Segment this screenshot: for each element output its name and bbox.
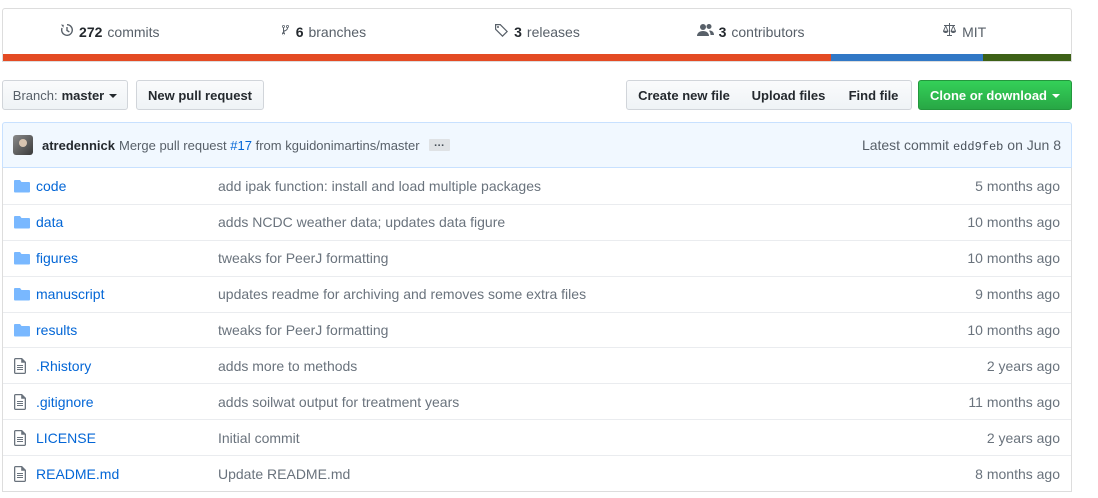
commit-author[interactable]: atredennick bbox=[42, 138, 115, 153]
file-icon bbox=[3, 465, 36, 482]
branches-label: branches bbox=[308, 23, 367, 40]
folder-icon bbox=[3, 251, 36, 265]
commits-count: 272 bbox=[79, 23, 103, 40]
file-row: manuscript updates readme for archiving a… bbox=[3, 275, 1071, 312]
create-new-file-button[interactable]: Create new file bbox=[626, 80, 742, 110]
expand-commit-button[interactable]: … bbox=[428, 138, 450, 151]
file-row: results tweaks for PeerJ formatting 10 mon… bbox=[3, 311, 1071, 348]
language-segment-2[interactable] bbox=[830, 54, 984, 61]
file-age: 8 months ago bbox=[975, 465, 1060, 482]
license-label: MIT bbox=[962, 23, 987, 40]
file-commit-message[interactable]: Update README.md bbox=[218, 466, 911, 482]
latest-commit-label: Latest commit bbox=[861, 136, 950, 153]
file-name-link[interactable]: code bbox=[36, 178, 218, 194]
file-age: 2 years ago bbox=[986, 357, 1060, 374]
file-commit-message[interactable]: adds more to methods bbox=[218, 358, 911, 374]
branch-icon bbox=[281, 23, 291, 40]
branch-name: master bbox=[61, 87, 105, 103]
contributors-link[interactable]: 3 contributors bbox=[644, 23, 858, 40]
file-age: 2 years ago bbox=[986, 429, 1060, 446]
tag-icon bbox=[494, 23, 509, 40]
file-icon bbox=[3, 429, 36, 446]
file-commit-message[interactable]: adds NCDC weather data; updates data fig… bbox=[218, 214, 911, 230]
file-commit-message[interactable]: tweaks for PeerJ formatting bbox=[218, 322, 911, 338]
file-icon bbox=[3, 393, 36, 410]
file-name-link[interactable]: README.md bbox=[36, 466, 218, 482]
file-list: code add ipak function: install and load … bbox=[2, 167, 1072, 493]
file-row: LICENSE Initial commit 2 years ago bbox=[3, 419, 1071, 455]
folder-icon bbox=[3, 179, 36, 193]
file-name-link[interactable]: manuscript bbox=[36, 286, 218, 302]
file-commit-message[interactable]: add ipak function: install and load mult… bbox=[218, 178, 911, 194]
branch-select-button[interactable]: Branch: master bbox=[2, 80, 128, 110]
file-row: data adds NCDC weather data; updates data… bbox=[3, 203, 1071, 240]
commit-message-suffix[interactable]: from kguidonimartins/master bbox=[256, 138, 420, 153]
file-row: README.md Update README.md 8 months ago bbox=[3, 455, 1071, 491]
file-icon bbox=[3, 357, 36, 374]
clone-label: Clone or download bbox=[930, 87, 1047, 103]
file-name-link[interactable]: .Rhistory bbox=[36, 358, 218, 374]
folder-icon bbox=[3, 215, 36, 229]
file-commit-message[interactable]: adds soilwat output for treatment years bbox=[218, 394, 911, 410]
language-segment-3[interactable] bbox=[983, 54, 1071, 61]
pull-request-link[interactable]: #17 bbox=[230, 138, 252, 153]
file-age: 11 months ago bbox=[968, 393, 1060, 410]
folder-icon bbox=[3, 323, 36, 337]
contributors-count: 3 bbox=[718, 23, 727, 40]
releases-count: 3 bbox=[514, 23, 522, 40]
avatar[interactable] bbox=[13, 135, 33, 155]
file-row: code add ipak function: install and load … bbox=[3, 168, 1071, 204]
commits-label: commits bbox=[107, 23, 160, 40]
contributors-label: contributors bbox=[731, 23, 805, 40]
commits-link[interactable]: 272 commits bbox=[3, 23, 217, 40]
find-file-button[interactable]: Find file bbox=[836, 80, 912, 110]
clone-or-download-button[interactable]: Clone or download bbox=[918, 80, 1072, 110]
language-segment-r[interactable] bbox=[3, 54, 831, 61]
file-name-link[interactable]: figures bbox=[36, 250, 218, 266]
file-row: .gitignore adds soilwat output for treatm… bbox=[3, 383, 1071, 419]
file-commit-message[interactable]: updates readme for archiving and removes… bbox=[218, 286, 911, 302]
law-icon bbox=[942, 23, 957, 40]
commit-message-prefix[interactable]: Merge pull request bbox=[119, 138, 227, 153]
language-bar[interactable] bbox=[3, 54, 1071, 61]
file-name-link[interactable]: .gitignore bbox=[36, 394, 218, 410]
caret-down-icon bbox=[1052, 93, 1060, 98]
new-pull-request-button[interactable]: New pull request bbox=[136, 80, 264, 110]
commit-date: on Jun 8 bbox=[1007, 136, 1061, 153]
file-age: 5 months ago bbox=[975, 177, 1060, 194]
file-commit-message[interactable]: Initial commit bbox=[218, 430, 911, 446]
license-link[interactable]: MIT bbox=[857, 23, 1071, 40]
releases-label: releases bbox=[526, 23, 580, 40]
branches-link[interactable]: 6 branches bbox=[217, 23, 431, 40]
folder-icon bbox=[3, 287, 36, 301]
latest-commit-info: Latest commit edd9feb on Jun 8 bbox=[862, 137, 1061, 154]
releases-link[interactable]: 3 releases bbox=[430, 23, 644, 40]
commit-sha-link[interactable]: edd9feb bbox=[953, 140, 1003, 154]
caret-down-icon bbox=[109, 93, 118, 98]
branch-prefix: Branch: bbox=[12, 87, 58, 103]
file-row: figures tweaks for PeerJ formatting 10 mon… bbox=[3, 239, 1071, 276]
file-commit-message[interactable]: tweaks for PeerJ formatting bbox=[218, 250, 911, 266]
file-name-link[interactable]: data bbox=[36, 214, 218, 230]
branches-count: 6 bbox=[295, 23, 304, 40]
file-age: 10 months ago bbox=[967, 250, 1060, 267]
file-row: .Rhistory adds more to methods 2 years ago bbox=[3, 347, 1071, 383]
file-age: 9 months ago bbox=[975, 286, 1060, 303]
upload-files-button[interactable]: Upload files bbox=[741, 80, 837, 110]
file-name-link[interactable]: LICENSE bbox=[36, 430, 218, 446]
file-toolbar: Branch: master New pull request Create n… bbox=[2, 80, 1072, 110]
repo-summary: 272 commits 6 branches 3 releases 3 cont… bbox=[2, 8, 1072, 62]
commit-message: Merge pull request #17 from kguidonimart… bbox=[119, 138, 420, 153]
file-age: 10 months ago bbox=[967, 322, 1060, 338]
file-age: 10 months ago bbox=[967, 214, 1060, 231]
latest-commit-bar: atredennick Merge pull request #17 from … bbox=[2, 122, 1072, 168]
history-icon bbox=[60, 23, 74, 40]
file-name-link[interactable]: results bbox=[36, 322, 218, 338]
people-icon bbox=[696, 23, 714, 40]
